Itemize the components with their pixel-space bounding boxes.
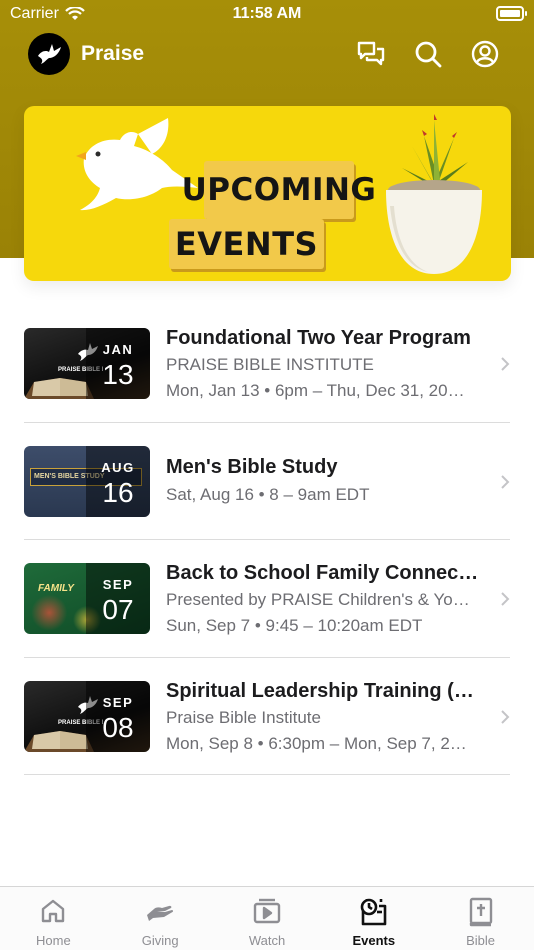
chevron-right-icon	[501, 592, 510, 606]
status-time: 11:58 AM	[232, 5, 302, 22]
event-day: 16	[102, 476, 134, 508]
profile-icon[interactable]	[470, 39, 500, 69]
watch-icon	[253, 898, 281, 924]
divider	[24, 774, 510, 775]
event-thumbnail: MEN'S BIBLE STUDY AUG 16	[24, 445, 150, 517]
chevron-right-icon	[501, 357, 510, 371]
tab-label: Events	[352, 933, 396, 948]
event-time: Mon, Sep 8 • 6:30pm – Mon, Sep 7, 2…	[166, 733, 467, 753]
tab-bible[interactable]: Bible	[427, 887, 534, 950]
event-date-badge: AUG 16	[86, 445, 150, 517]
search-icon[interactable]	[413, 39, 443, 69]
event-date-badge: JAN 13	[86, 328, 150, 399]
event-month: SEP	[102, 577, 134, 592]
app-logo[interactable]	[28, 33, 70, 75]
events-icon	[360, 898, 387, 926]
upcoming-events-banner[interactable]: UPCOMING EVENTS	[24, 106, 511, 281]
giving-icon	[147, 905, 174, 921]
succulent-pot-icon	[386, 114, 482, 274]
event-date-badge: SEP 07	[86, 563, 150, 634]
chevron-right-icon	[501, 709, 510, 724]
book-icon	[24, 730, 94, 752]
event-title: Men's Bible Study	[166, 455, 338, 478]
event-row[interactable]: FAMILY SEP 07 Back to School Family Conn…	[0, 540, 534, 658]
tab-events[interactable]: Events	[320, 887, 427, 950]
event-subtitle: Presented by PRAISE Children's & Yo…	[166, 590, 470, 609]
dove-logo-icon	[38, 44, 61, 64]
bible-icon	[469, 897, 492, 927]
event-month: SEP	[102, 694, 134, 710]
book-icon	[24, 378, 94, 399]
tab-bar: Home Giving Watch Events Bible	[0, 886, 534, 950]
events-block: EVENTS	[169, 219, 324, 269]
tab-watch[interactable]: Watch	[214, 887, 321, 950]
event-time: Mon, Jan 13 • 6pm – Thu, Dec 31, 20…	[166, 381, 465, 400]
event-row[interactable]: PRAISE BIBLE I SEP 08 Spiritual Leadersh…	[0, 658, 534, 775]
tab-home[interactable]: Home	[0, 887, 107, 950]
chat-icon[interactable]	[356, 39, 386, 69]
event-time: Sun, Sep 7 • 9:45 – 10:20am EDT	[166, 616, 423, 635]
event-month: JAN	[102, 342, 134, 357]
event-title: Back to School Family Connec…	[166, 562, 479, 584]
event-title: Spiritual Leadership Training (…	[166, 679, 474, 702]
event-thumbnail: FAMILY SEP 07	[24, 563, 150, 634]
event-list: PRAISE BIBLE I JAN 13 Foundational Two Y…	[0, 305, 534, 775]
event-date-badge: SEP 08	[86, 680, 150, 752]
tab-label: Home	[36, 933, 71, 948]
tab-giving[interactable]: Giving	[107, 887, 214, 950]
event-month: AUG	[101, 459, 135, 475]
upcoming-block: UPCOMING	[182, 161, 376, 219]
event-subtitle: PRAISE BIBLE INSTITUTE	[166, 355, 374, 374]
event-day: 07	[102, 594, 134, 625]
event-title: Foundational Two Year Program	[166, 327, 471, 349]
tab-label: Watch	[248, 933, 286, 948]
app-bar: Praise	[0, 28, 534, 82]
status-bar: Carrier 11:58 AM	[0, 0, 534, 28]
event-day: 13	[102, 359, 134, 390]
tab-label: Bible	[466, 933, 496, 948]
battery-icon	[496, 6, 527, 21]
tab-label: Giving	[141, 933, 179, 948]
thumbnail-caption: FAMILY	[38, 583, 74, 594]
event-thumbnail: PRAISE BIBLE I SEP 08	[24, 680, 150, 752]
app-title: Praise	[81, 42, 145, 65]
home-icon	[42, 899, 65, 923]
event-row[interactable]: MEN'S BIBLE STUDY AUG 16 Men's Bible Stu…	[0, 423, 534, 540]
event-time: Sat, Aug 16 • 8 – 9am EDT	[166, 484, 370, 504]
event-row[interactable]: PRAISE BIBLE I JAN 13 Foundational Two Y…	[0, 305, 534, 423]
event-subtitle: Praise Bible Institute	[166, 707, 321, 727]
chevron-right-icon	[501, 474, 510, 489]
event-thumbnail: PRAISE BIBLE I JAN 13	[24, 328, 150, 399]
event-day: 08	[102, 711, 134, 743]
